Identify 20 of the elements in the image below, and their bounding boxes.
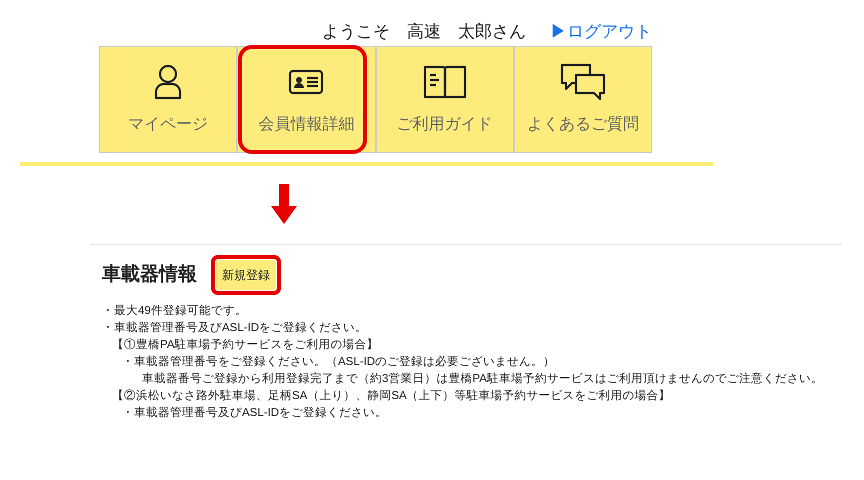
book-icon xyxy=(422,64,467,100)
logout-link[interactable]: ▶ログアウト xyxy=(550,20,652,44)
note-text: ・車載器管理番号をご登録ください。（ASL-IDのご登録は必要ございません。） xyxy=(122,354,556,370)
note-text: ・車載器管理番号及びASL-IDをご登録ください。 xyxy=(122,406,388,421)
register-button[interactable]: 新規登録 xyxy=(216,260,276,290)
note-heading: 【②浜松いなさ路外駐車場、足柄SA（上り）、静岡SA（上下）等駐車場予約サービスをご利用の場合】 xyxy=(112,388,672,404)
id-card-icon xyxy=(288,68,324,96)
note-text: 車載器番号ご登録から利用登録完了まで（約3営業日）は豊橋PA駐車場予約サービスはご利用頂けませんのでご注意ください。 xyxy=(141,371,824,387)
nav-tile[interactable]: 会員情報詳細 xyxy=(238,47,374,152)
note-text: ・最大49件登録可能です。 xyxy=(102,304,248,319)
nav-tile[interactable]: マイページ xyxy=(100,47,236,152)
nav-tile[interactable]: よくあるご質問 xyxy=(514,47,651,152)
section-title: 車載器情報 xyxy=(102,262,197,287)
note-text: ・車載器管理番号及びASL-IDをご登録ください。 xyxy=(102,320,368,336)
speech-bubbles-icon xyxy=(560,62,606,100)
welcome-text: ようこそ 高速 太郎さん xyxy=(322,21,526,43)
nav-tile[interactable]: ご利用ガイド xyxy=(376,47,513,152)
note-heading: 【①豊橋PA駐車場予約サービスをご利用の場合】 xyxy=(112,338,380,353)
down-arrow-icon xyxy=(271,184,297,224)
person-icon xyxy=(153,64,184,100)
